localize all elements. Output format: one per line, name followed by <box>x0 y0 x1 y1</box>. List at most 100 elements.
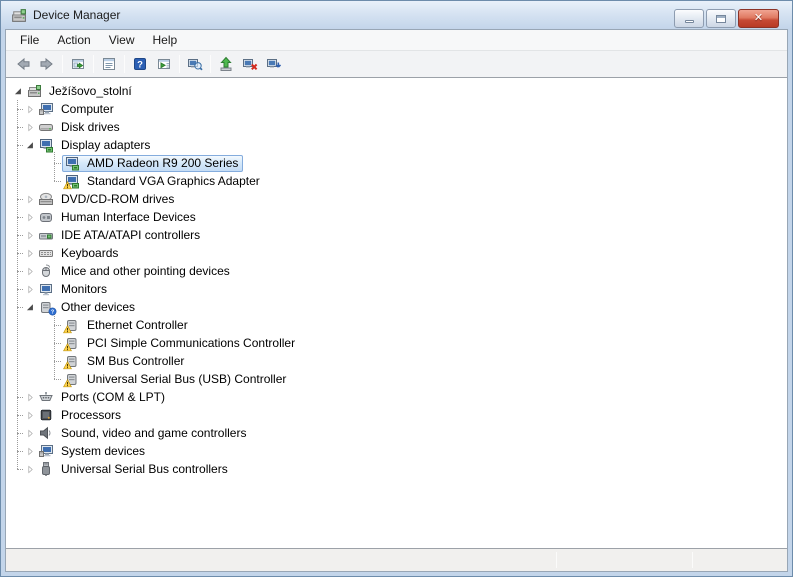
warning-badge-icon <box>63 379 72 388</box>
tree-item-inner[interactable]: Mice and other pointing devices <box>36 263 235 280</box>
tree-item-ježíšovo-stolní[interactable]: Ježíšovo_stolní <box>6 82 787 100</box>
tree-item-dvd-cd-rom-drives[interactable]: DVD/CD-ROM drives <box>6 190 787 208</box>
tree-item-inner[interactable]: Keyboards <box>36 245 123 262</box>
collapse-arrow-icon[interactable] <box>24 298 36 316</box>
tree-item-display-adapters[interactable]: Display adapters <box>6 136 787 154</box>
maximize-button[interactable] <box>706 9 736 28</box>
selected-tree-item[interactable]: AMD Radeon R9 200 Series <box>62 155 243 172</box>
serial-port-icon <box>38 389 55 405</box>
tree-item-inner[interactable]: Processors <box>36 407 126 424</box>
tree-item-computer[interactable]: Computer <box>6 100 787 118</box>
tree-item-label: AMD Radeon R9 200 Series <box>86 155 239 171</box>
expand-arrow-icon[interactable] <box>24 190 36 208</box>
tree-item-inner[interactable]: Computer <box>36 101 119 118</box>
menu-file[interactable]: File <box>11 30 48 50</box>
tree-item-inner[interactable]: Human Interface Devices <box>36 209 201 226</box>
display-adapter-icon <box>64 173 81 189</box>
computer-icon <box>38 101 55 117</box>
tree-item-amd-radeon-r9-200-series[interactable]: AMD Radeon R9 200 Series <box>6 154 787 172</box>
tree-item-inner[interactable]: Universal Serial Bus controllers <box>36 461 233 478</box>
tree-item-inner[interactable]: SM Bus Controller <box>62 353 189 370</box>
expand-arrow-icon[interactable] <box>24 460 36 478</box>
expando-placeholder <box>50 316 62 334</box>
device-manager-icon <box>26 83 43 99</box>
forward-button[interactable] <box>35 53 59 75</box>
tree-item-inner[interactable]: Ethernet Controller <box>62 317 193 334</box>
menu-help[interactable]: Help <box>144 30 187 50</box>
tree-item-label: Universal Serial Bus controllers <box>60 461 229 477</box>
properties-button[interactable] <box>97 53 121 75</box>
tree-item-disk-drives[interactable]: Disk drives <box>6 118 787 136</box>
expand-arrow-icon[interactable] <box>24 280 36 298</box>
tree-item-label: Universal Serial Bus (USB) Controller <box>86 371 287 387</box>
tree-item-other-devices[interactable]: ?Other devices <box>6 298 787 316</box>
expand-arrow-icon[interactable] <box>24 244 36 262</box>
hid-device-icon <box>38 209 55 225</box>
tree-item-label: Ethernet Controller <box>86 317 189 333</box>
window-console-tree-icon <box>70 56 86 72</box>
expando-placeholder <box>50 352 62 370</box>
expand-arrow-icon[interactable] <box>24 118 36 136</box>
help-button[interactable]: ? <box>128 53 152 75</box>
show-console-tree-button[interactable] <box>66 53 90 75</box>
update-driver-software-button[interactable] <box>214 53 238 75</box>
tree-item-inner[interactable]: Ports (COM & LPT) <box>36 389 170 406</box>
show-action-pane-button[interactable] <box>152 53 176 75</box>
tree-item-inner[interactable]: DVD/CD-ROM drives <box>36 191 179 208</box>
driver-update-arrow-icon <box>218 56 234 72</box>
minimize-button[interactable] <box>674 9 704 28</box>
expand-arrow-icon[interactable] <box>24 226 36 244</box>
collapse-arrow-icon[interactable] <box>24 136 36 154</box>
collapse-arrow-icon[interactable] <box>12 82 24 100</box>
tree-item-processors[interactable]: Processors <box>6 406 787 424</box>
tree-item-inner[interactable]: System devices <box>36 443 150 460</box>
tree-item-ide-ata-atapi-controllers[interactable]: IDE ATA/ATAPI controllers <box>6 226 787 244</box>
title-bar[interactable]: Device Manager ✕ <box>1 1 792 29</box>
tree-item-label: Ježíšovo_stolní <box>48 83 133 99</box>
tree-item-sm-bus-controller[interactable]: SM Bus Controller <box>6 352 787 370</box>
close-button[interactable]: ✕ <box>738 9 779 28</box>
warning-badge-icon <box>63 325 72 334</box>
tree-item-label: Sound, video and game controllers <box>60 425 247 441</box>
svg-text:?: ? <box>137 60 143 71</box>
tree-item-inner[interactable]: ?Other devices <box>36 299 140 316</box>
tree-item-universal-serial-bus-usb-controller[interactable]: Universal Serial Bus (USB) Controller <box>6 370 787 388</box>
menu-action[interactable]: Action <box>48 30 99 50</box>
tree-item-human-interface-devices[interactable]: Human Interface Devices <box>6 208 787 226</box>
tree-item-inner[interactable]: Display adapters <box>36 137 155 154</box>
tree-item-ports-com-lpt[interactable]: Ports (COM & LPT) <box>6 388 787 406</box>
scan-computer-button[interactable] <box>183 53 207 75</box>
back-button[interactable] <box>11 53 35 75</box>
tree-item-standard-vga-graphics-adapter[interactable]: Standard VGA Graphics Adapter <box>6 172 787 190</box>
tree-item-mice-and-other-pointing-devices[interactable]: Mice and other pointing devices <box>6 262 787 280</box>
unknown-device-icon <box>64 371 81 387</box>
scan-for-hardware-changes-button[interactable] <box>262 53 286 75</box>
menu-view[interactable]: View <box>100 30 144 50</box>
tree-item-keyboards[interactable]: Keyboards <box>6 244 787 262</box>
expand-arrow-icon[interactable] <box>24 262 36 280</box>
tree-item-system-devices[interactable]: System devices <box>6 442 787 460</box>
tree-item-inner[interactable]: Monitors <box>36 281 112 298</box>
tree-item-monitors[interactable]: Monitors <box>6 280 787 298</box>
tree-item-inner[interactable]: PCI Simple Communications Controller <box>62 335 300 352</box>
tree-item-pci-simple-communications-controller[interactable]: PCI Simple Communications Controller <box>6 334 787 352</box>
tree-item-inner[interactable]: Standard VGA Graphics Adapter <box>62 173 265 190</box>
expand-arrow-icon[interactable] <box>24 388 36 406</box>
expand-arrow-icon[interactable] <box>24 406 36 424</box>
tree-item-inner[interactable]: IDE ATA/ATAPI controllers <box>36 227 205 244</box>
expand-arrow-icon[interactable] <box>24 424 36 442</box>
expand-arrow-icon[interactable] <box>24 100 36 118</box>
tree-item-universal-serial-bus-controllers[interactable]: Universal Serial Bus controllers <box>6 460 787 478</box>
unknown-device-icon <box>64 335 81 351</box>
uninstall-device-button[interactable] <box>238 53 262 75</box>
tree-item-inner[interactable]: Universal Serial Bus (USB) Controller <box>62 371 291 388</box>
tree-item-inner[interactable]: Sound, video and game controllers <box>36 425 251 442</box>
expand-arrow-icon[interactable] <box>24 208 36 226</box>
tree-item-ethernet-controller[interactable]: Ethernet Controller <box>6 316 787 334</box>
tree-item-sound-video-and-game-controllers[interactable]: Sound, video and game controllers <box>6 424 787 442</box>
tree-item-label: Processors <box>60 407 122 423</box>
tree-item-inner[interactable]: Ježíšovo_stolní <box>24 83 137 100</box>
tree-item-inner[interactable]: Disk drives <box>36 119 125 136</box>
expand-arrow-icon[interactable] <box>24 442 36 460</box>
tree-item-label: Mice and other pointing devices <box>60 263 231 279</box>
